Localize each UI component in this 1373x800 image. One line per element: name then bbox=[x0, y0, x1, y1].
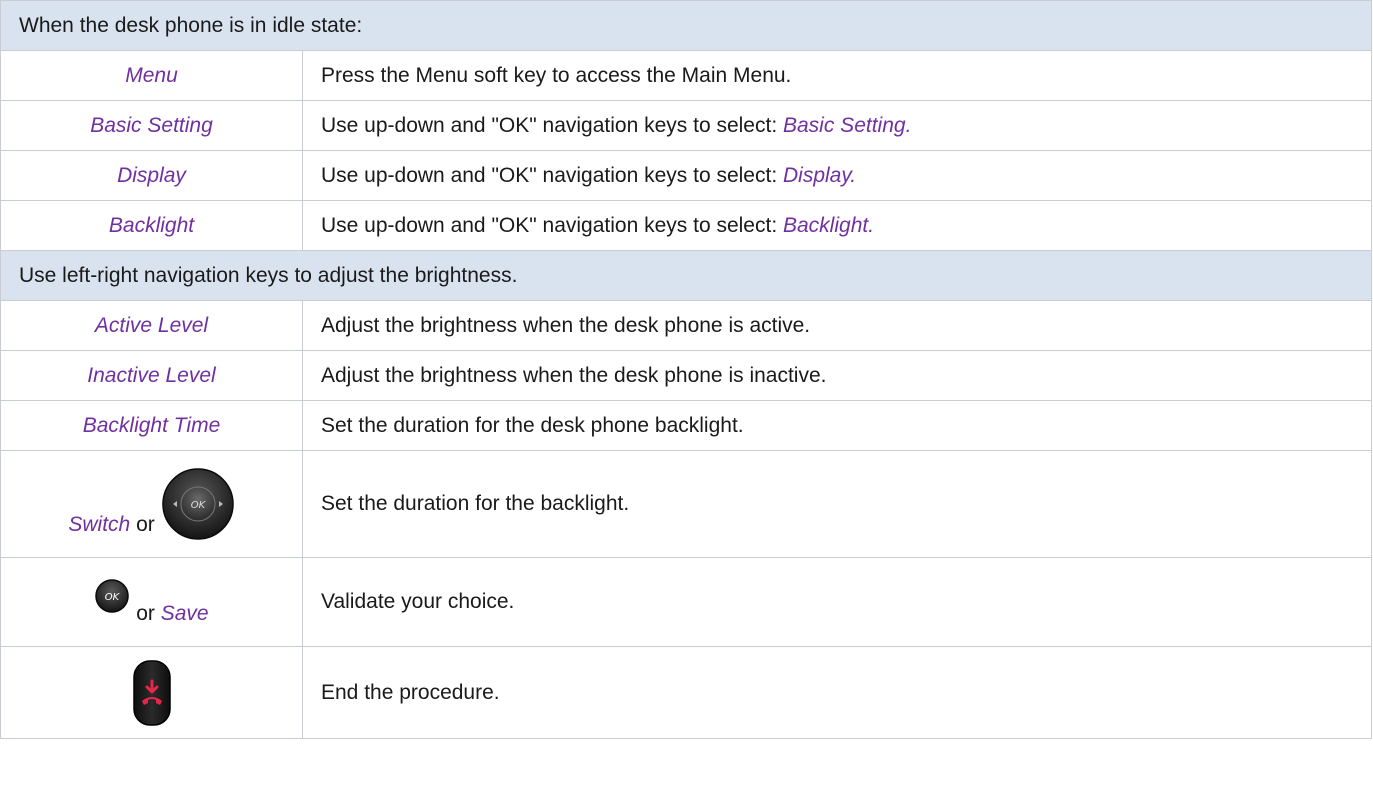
setting-row-backlight-time: Backlight Time Set the duration for the … bbox=[0, 400, 1372, 451]
display-key-label: Display bbox=[0, 150, 303, 201]
basic-setting-target-text: Basic Setting. bbox=[783, 113, 912, 137]
end-description: End the procedure. bbox=[302, 646, 1372, 739]
switch-key-label: Switch bbox=[68, 513, 131, 536]
idle-section-header: When the desk phone is in idle state: bbox=[0, 0, 1372, 51]
idle-section-header-text: When the desk phone is in idle state: bbox=[0, 0, 1372, 51]
setting-row-inactive-level: Inactive Level Adjust the brightness whe… bbox=[0, 350, 1372, 401]
save-description: Validate your choice. bbox=[302, 557, 1372, 647]
save-or-connector: or bbox=[136, 602, 155, 625]
backlight-step-description: Use up-down and "OK" navigation keys to … bbox=[302, 200, 1372, 251]
backlight-instruction-text: Use up-down and "OK" navigation keys to … bbox=[321, 213, 783, 237]
brightness-section-header: Use left-right navigation keys to adjust… bbox=[0, 250, 1372, 301]
active-level-key-label: Active Level bbox=[0, 300, 303, 351]
step-row-display: Display Use up-down and "OK" navigation … bbox=[0, 150, 1372, 201]
setting-row-switch: Switch or OK Set the duration for the ba… bbox=[0, 450, 1372, 558]
end-key-cell bbox=[0, 646, 303, 739]
step-row-basic-setting: Basic Setting Use up-down and "OK" navig… bbox=[0, 100, 1372, 151]
backlight-key-label: Backlight bbox=[0, 200, 303, 251]
step-row-backlight: Backlight Use up-down and "OK" navigatio… bbox=[0, 200, 1372, 251]
hang-up-key-icon bbox=[132, 659, 171, 726]
setting-row-end: End the procedure. bbox=[0, 646, 1372, 739]
switch-or-connector: or bbox=[136, 513, 155, 536]
menu-key-label: Menu bbox=[0, 50, 303, 101]
setting-row-active-level: Active Level Adjust the brightness when … bbox=[0, 300, 1372, 351]
save-key-cell: OK or Save bbox=[0, 557, 303, 647]
procedure-table: When the desk phone is in idle state: Me… bbox=[0, 0, 1372, 739]
switch-description: Set the duration for the backlight. bbox=[302, 450, 1372, 558]
switch-key-cell: Switch or OK bbox=[0, 450, 303, 558]
display-instruction-text: Use up-down and "OK" navigation keys to … bbox=[321, 163, 783, 187]
backlight-time-key-label: Backlight Time bbox=[0, 400, 303, 451]
display-target-text: Display. bbox=[783, 163, 857, 187]
ok-key-label: OK bbox=[105, 592, 121, 603]
save-key-label: Save bbox=[160, 602, 209, 625]
ok-key-icon: OK bbox=[95, 579, 130, 613]
display-step-description: Use up-down and "OK" navigation keys to … bbox=[302, 150, 1372, 201]
backlight-time-description: Set the duration for the desk phone back… bbox=[302, 400, 1372, 451]
menu-step-description: Press the Menu soft key to access the Ma… bbox=[302, 50, 1372, 101]
basic-setting-step-description: Use up-down and "OK" navigation keys to … bbox=[302, 100, 1372, 151]
backlight-target-text: Backlight. bbox=[783, 213, 875, 237]
basic-setting-key-label: Basic Setting bbox=[0, 100, 303, 151]
brightness-section-header-text: Use left-right navigation keys to adjust… bbox=[0, 250, 1372, 301]
basic-setting-instruction-text: Use up-down and "OK" navigation keys to … bbox=[321, 113, 783, 137]
inactive-level-key-label: Inactive Level bbox=[0, 350, 303, 401]
navigation-wheel-icon: OK bbox=[161, 468, 234, 540]
setting-row-save: OK or Save Validate your choice. bbox=[0, 557, 1372, 647]
step-row-menu: Menu Press the Menu soft key to access t… bbox=[0, 50, 1372, 101]
active-level-description: Adjust the brightness when the desk phon… bbox=[302, 300, 1372, 351]
navigation-wheel-ok-label: OK bbox=[190, 500, 206, 511]
inactive-level-description: Adjust the brightness when the desk phon… bbox=[302, 350, 1372, 401]
